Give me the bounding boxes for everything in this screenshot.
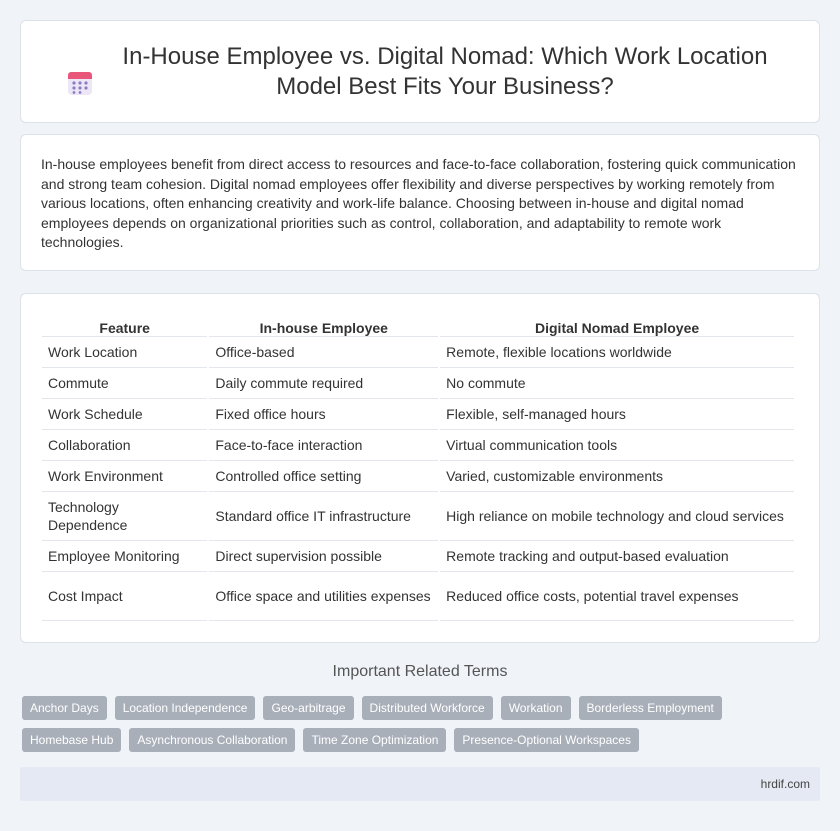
- digital-nomad-cell: Remote, flexible locations worldwide: [440, 337, 794, 368]
- table-header-row: Feature In-house Employee Digital Nomad …: [42, 314, 794, 337]
- tag-borderless-employment[interactable]: Borderless Employment: [578, 696, 722, 720]
- in-house-cell: Controlled office setting: [209, 461, 439, 492]
- comparison-card: Feature In-house Employee Digital Nomad …: [20, 293, 820, 643]
- tag-distributed-workforce[interactable]: Distributed Workforce: [361, 696, 493, 720]
- digital-nomad-cell: Varied, customizable environments: [440, 461, 794, 492]
- digital-nomad-cell: Virtual communication tools: [440, 430, 794, 461]
- table-row: Collaboration Face-to-face interaction V…: [42, 430, 794, 461]
- table-row: Work Location Office-based Remote, flexi…: [42, 337, 794, 368]
- digital-nomad-cell: High reliance on mobile technology and c…: [440, 492, 794, 541]
- table-row: Work Schedule Fixed office hours Flexibl…: [42, 399, 794, 430]
- feature-cell: Work Environment: [42, 461, 208, 492]
- tag-time-zone-optimization[interactable]: Time Zone Optimization: [303, 728, 447, 752]
- tag-location-independence[interactable]: Location Independence: [114, 696, 256, 720]
- in-house-cell: Fixed office hours: [209, 399, 439, 430]
- comparison-table: Feature In-house Employee Digital Nomad …: [40, 314, 796, 621]
- feature-cell: Technology Dependence: [42, 492, 208, 541]
- feature-cell: Commute: [42, 368, 208, 399]
- in-house-cell: Standard office IT infrastructure: [209, 492, 439, 541]
- tag-workation[interactable]: Workation: [500, 696, 571, 720]
- table-row: Technology Dependence Standard office IT…: [42, 492, 794, 541]
- feature-cell: Collaboration: [42, 430, 208, 461]
- footer-site[interactable]: hrdif.com: [761, 777, 810, 791]
- table-row: Cost Impact Office space and utilities e…: [42, 572, 794, 621]
- digital-nomad-cell: No commute: [440, 368, 794, 399]
- in-house-cell: Office-based: [209, 337, 439, 368]
- in-house-cell: Office space and utilities expenses: [209, 572, 439, 621]
- tag-asynchronous-collaboration[interactable]: Asynchronous Collaboration: [129, 728, 296, 752]
- page-title: In-House Employee vs. Digital Nomad: Whi…: [122, 42, 768, 100]
- digital-nomad-cell: Remote tracking and output-based evaluat…: [440, 541, 794, 572]
- in-house-cell: Daily commute required: [209, 368, 439, 399]
- calendar-icon: [68, 71, 92, 95]
- tag-geo-arbitrage[interactable]: Geo-arbitrage: [263, 696, 354, 720]
- title-wrap: In-House Employee vs. Digital Nomad: Whi…: [60, 42, 780, 102]
- tag-anchor-days[interactable]: Anchor Days: [22, 696, 107, 720]
- feature-cell: Employee Monitoring: [42, 541, 208, 572]
- related-terms-title: Important Related Terms: [332, 663, 508, 680]
- feature-cell: Work Location: [42, 337, 208, 368]
- header-feature: Feature: [42, 314, 208, 337]
- digital-nomad-cell: Flexible, self-managed hours: [440, 399, 794, 430]
- header-digital-nomad: Digital Nomad Employee: [440, 314, 794, 337]
- table-row: Work Environment Controlled office setti…: [42, 461, 794, 492]
- feature-cell: Cost Impact: [42, 572, 208, 621]
- in-house-cell: Face-to-face interaction: [209, 430, 439, 461]
- feature-cell: Work Schedule: [42, 399, 208, 430]
- title-card: In-House Employee vs. Digital Nomad: Whi…: [20, 20, 820, 123]
- tag-presence-optional-workspaces[interactable]: Presence-Optional Workspaces: [454, 728, 639, 752]
- table-row: Employee Monitoring Direct supervision p…: [42, 541, 794, 572]
- related-terms-tags: Anchor Days Location Independence Geo-ar…: [22, 696, 822, 752]
- digital-nomad-cell: Reduced office costs, potential travel e…: [440, 572, 794, 621]
- tag-homebase-hub[interactable]: Homebase Hub: [22, 728, 122, 752]
- table-row: Commute Daily commute required No commut…: [42, 368, 794, 399]
- intro-card: In-house employees benefit from direct a…: [20, 134, 820, 271]
- footer: hrdif.com: [20, 767, 820, 801]
- intro-text: In-house employees benefit from direct a…: [41, 156, 796, 251]
- header-in-house: In-house Employee: [209, 314, 439, 337]
- in-house-cell: Direct supervision possible: [209, 541, 439, 572]
